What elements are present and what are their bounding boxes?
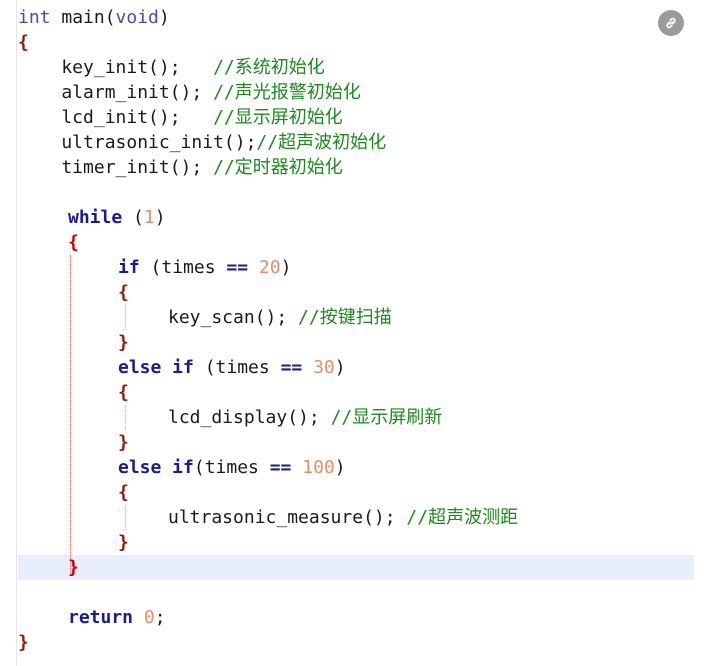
else-if-keyword: else if — [118, 457, 194, 478]
code-line-if-20: if (times == 20) — [118, 255, 291, 280]
brace: { — [118, 282, 129, 303]
paren-close: ) — [334, 457, 346, 478]
equality-operator: == — [226, 257, 249, 278]
code-editor[interactable]: int main(void) { key_init(); //系统初始化 ala… — [0, 0, 714, 666]
code-line-return: return 0; — [68, 605, 166, 630]
condition-open: (times — [139, 257, 227, 278]
comment: //系统初始化 — [213, 57, 325, 78]
code-line-while-close-brace: } — [68, 555, 79, 580]
statement: key_init(); — [18, 57, 214, 78]
code-line-else-if-30: else if (times == 30) — [118, 355, 346, 380]
number-literal: 100 — [302, 457, 335, 478]
equality-operator: == — [269, 457, 292, 478]
code-line-close-brace: } — [18, 630, 29, 655]
return-keyword: return — [68, 607, 134, 628]
code-line-ultrasonic-measure: ultrasonic_measure(); //超声波测距 — [168, 505, 518, 530]
comment: //显示屏刷新 — [330, 407, 443, 428]
number-literal: 30 — [313, 357, 335, 378]
indent-guide — [125, 405, 126, 430]
brace: } — [118, 432, 129, 453]
code-line-else-if-100: else if(times == 100) — [118, 455, 346, 480]
code-line-else-if-open-brace: { — [118, 380, 129, 405]
statement: alarm_init(); — [18, 82, 214, 103]
code-line-open-brace: { — [18, 30, 29, 55]
current-line-highlight — [18, 555, 694, 580]
comment: //超声波测距 — [406, 507, 519, 528]
paren-open: ( — [122, 207, 144, 228]
statement: lcd_display(); — [168, 407, 331, 428]
code-line-lcd-init: lcd_init(); //显示屏初始化 — [18, 105, 343, 130]
brace: } — [118, 332, 129, 353]
code-line-ultrasonic-init: ultrasonic_init();//超声波初始化 — [18, 130, 386, 155]
code-line-alarm-init: alarm_init(); //声光报警初始化 — [18, 80, 361, 105]
number-literal: 20 — [258, 257, 281, 278]
link-button[interactable] — [658, 10, 684, 36]
function-name: main( — [50, 7, 116, 28]
equality-operator: == — [280, 357, 303, 378]
if-keyword: if — [118, 257, 140, 278]
paren-close: ) — [158, 7, 170, 28]
paren-close: ) — [334, 357, 346, 378]
param-keyword: void — [115, 7, 159, 28]
indent-guide-active — [70, 255, 71, 575]
brace: } — [118, 532, 129, 553]
comment: //超声波初始化 — [256, 132, 387, 153]
statement: lcd_init(); — [18, 107, 214, 128]
number-literal: 0 — [143, 607, 155, 628]
statement: timer_init(); — [18, 157, 214, 178]
code-line-while: while (1) — [68, 205, 166, 230]
indent-guide — [125, 505, 126, 530]
gutter-divider — [16, 0, 17, 666]
brace: } — [68, 557, 79, 578]
code-line-else-if-close-brace: } — [118, 430, 129, 455]
brace: { — [118, 482, 129, 503]
code-line-else-if-100-open-brace: { — [118, 480, 129, 505]
else-if-keyword: else if — [118, 357, 194, 378]
code-line-while-open-brace: { — [68, 230, 79, 255]
link-icon — [666, 17, 676, 29]
condition-open: (times — [193, 357, 281, 378]
code-line-key-scan: key_scan(); //按键扫描 — [168, 305, 392, 330]
code-line-if-open-brace: { — [118, 280, 129, 305]
brace: { — [118, 382, 129, 403]
brace: { — [18, 32, 29, 53]
statement: ultrasonic_init(); — [18, 132, 257, 153]
type-keyword: int — [18, 7, 51, 28]
paren-close: ) — [154, 207, 166, 228]
code-line-if-close-brace: } — [118, 330, 129, 355]
comment: //按键扫描 — [298, 307, 392, 328]
code-line-function-signature: int main(void) — [18, 5, 170, 30]
while-keyword: while — [68, 207, 123, 228]
comment: //定时器初始化 — [213, 157, 343, 178]
statement: ultrasonic_measure(); — [168, 507, 407, 528]
code-line-timer-init: timer_init(); //定时器初始化 — [18, 155, 343, 180]
indent-guide — [125, 305, 126, 330]
code-line-else-if-100-close-brace: } — [118, 530, 129, 555]
brace: } — [18, 632, 29, 653]
comment: //显示屏初始化 — [213, 107, 343, 128]
condition-open: (times — [193, 457, 270, 478]
statement: key_scan(); — [168, 307, 299, 328]
brace: { — [68, 232, 79, 253]
code-line-key-init: key_init(); //系统初始化 — [18, 55, 325, 80]
semicolon: ; — [154, 607, 166, 628]
number-literal: 1 — [143, 207, 155, 228]
code-line-lcd-display: lcd_display(); //显示屏刷新 — [168, 405, 442, 430]
paren-close: ) — [280, 257, 292, 278]
comment: //声光报警初始化 — [213, 82, 361, 103]
